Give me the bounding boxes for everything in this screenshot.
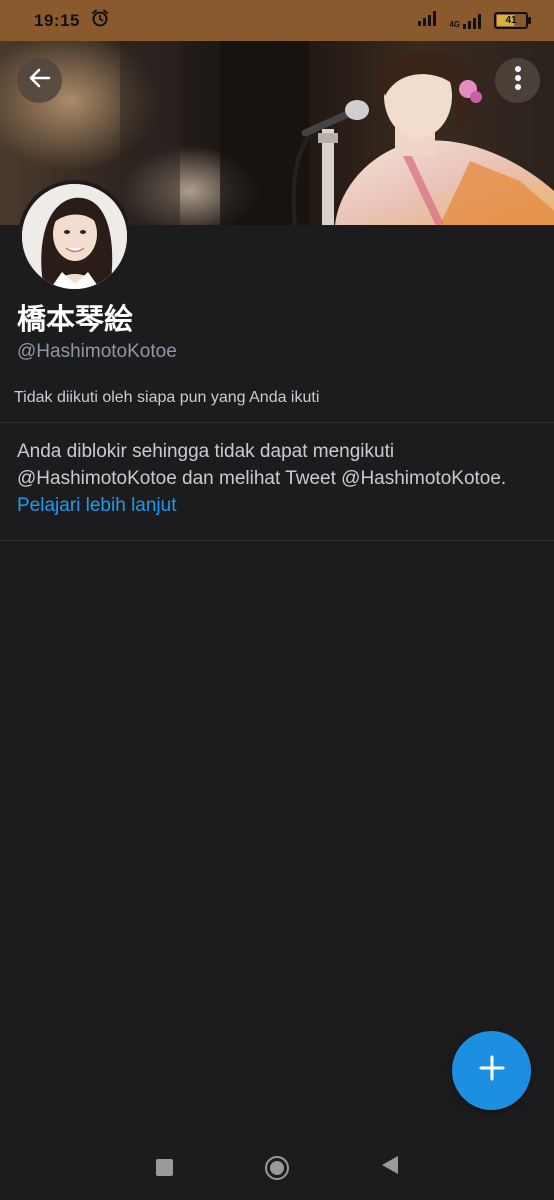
signal-4g-icon: 4G bbox=[449, 13, 484, 29]
follow-info: Tidak diikuti oleh siapa pun yang Anda i… bbox=[14, 389, 320, 406]
profile-handle: @HashimotoKotoe bbox=[17, 341, 177, 362]
compose-tweet-button[interactable] bbox=[452, 1031, 531, 1110]
divider bbox=[0, 422, 554, 423]
divider bbox=[0, 540, 554, 541]
alarm-icon bbox=[90, 8, 110, 33]
signal-icon bbox=[417, 10, 439, 31]
status-time: 19:15 bbox=[34, 10, 80, 30]
plus-icon bbox=[478, 1054, 506, 1087]
battery-level: 41 bbox=[505, 15, 517, 26]
avatar[interactable] bbox=[18, 180, 131, 293]
network-label: 4G bbox=[449, 19, 460, 29]
status-bar: 19:15 4G 41 bbox=[0, 0, 554, 41]
recent-apps-icon[interactable] bbox=[155, 1159, 173, 1176]
status-left: 19:15 bbox=[34, 8, 110, 33]
arrow-left-icon bbox=[27, 65, 53, 96]
blocked-notice: Anda diblokir sehingga tidak dapat mengi… bbox=[17, 438, 542, 519]
android-nav-bar bbox=[0, 1135, 554, 1200]
profile-name: 橋本琴絵 bbox=[17, 302, 134, 336]
home-dot bbox=[269, 1160, 284, 1175]
status-right: 4G 41 bbox=[417, 10, 531, 31]
more-vertical-icon bbox=[514, 65, 522, 96]
blocked-message: Anda diblokir sehingga tidak dapat mengi… bbox=[17, 441, 507, 489]
battery-icon: 41 bbox=[494, 12, 531, 29]
back-triangle-icon[interactable] bbox=[381, 1155, 399, 1180]
avatar-photo bbox=[22, 184, 127, 289]
back-button[interactable] bbox=[17, 58, 62, 103]
learn-more-link[interactable]: Pelajari lebih lanjut bbox=[17, 495, 177, 516]
more-options-button[interactable] bbox=[495, 58, 540, 103]
home-icon[interactable] bbox=[264, 1155, 289, 1180]
